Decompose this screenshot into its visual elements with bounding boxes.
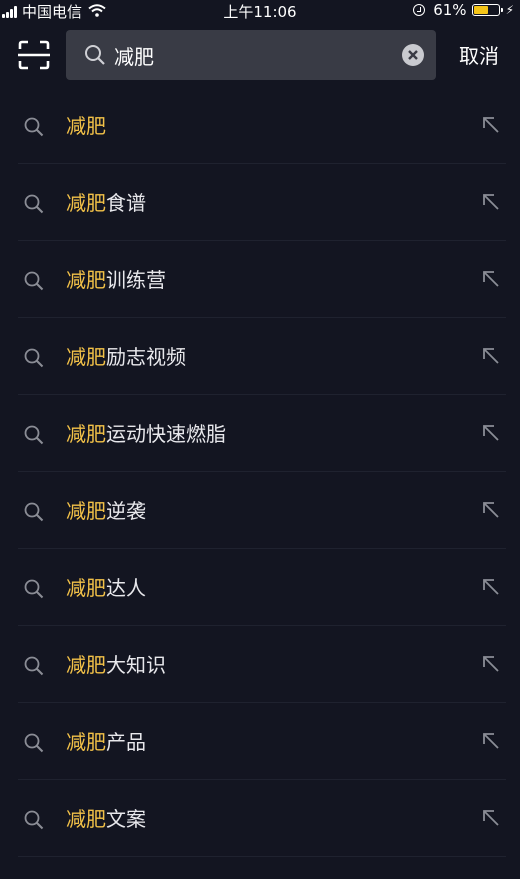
suggestion-highlight: 减肥	[66, 345, 106, 369]
fill-query-arrow-icon[interactable]	[481, 654, 501, 674]
fill-query-arrow-icon[interactable]	[481, 115, 501, 135]
suggestion-text: 减肥运动快速燃脂	[66, 422, 226, 446]
search-icon	[24, 656, 44, 676]
battery-percent: 61%	[433, 1, 467, 19]
suggestion-highlight: 减肥	[66, 422, 106, 446]
cancel-button[interactable]: 取消	[459, 40, 499, 69]
suggestion-item[interactable]: 减肥文案	[0, 780, 520, 857]
suggestion-rest: 大知识	[106, 653, 166, 677]
suggestion-item[interactable]: 减肥运动快速燃脂	[0, 395, 520, 472]
scan-button[interactable]	[17, 40, 51, 70]
fill-query-arrow-icon[interactable]	[481, 269, 501, 289]
suggestion-highlight: 减肥	[66, 653, 106, 677]
search-icon	[24, 425, 44, 445]
suggestion-rest: 食谱	[106, 191, 146, 215]
search-icon	[85, 45, 105, 65]
suggestion-rest: 文案	[106, 807, 146, 831]
status-bar: 中国电信 上午11:06 61% ⚡	[0, 0, 520, 22]
suggestion-item[interactable]: 减肥产品	[0, 703, 520, 780]
suggestion-item[interactable]: 减肥大知识	[0, 626, 520, 703]
suggestion-highlight: 减肥	[66, 191, 106, 215]
suggestion-text: 减肥大知识	[66, 653, 166, 677]
suggestion-text: 减肥达人	[66, 576, 146, 600]
suggestion-item[interactable]: 减肥食谱	[0, 164, 520, 241]
search-icon	[24, 194, 44, 214]
suggestion-text: 减肥食谱	[66, 191, 146, 215]
suggestion-text: 减肥励志视频	[66, 345, 186, 369]
fill-query-arrow-icon[interactable]	[481, 577, 501, 597]
fill-query-arrow-icon[interactable]	[481, 500, 501, 520]
scan-icon	[18, 40, 50, 70]
divider	[18, 856, 506, 857]
suggestion-text: 减肥	[66, 114, 106, 138]
suggestion-item[interactable]: 减肥励志视频	[0, 318, 520, 395]
suggestion-item[interactable]: 减肥达人	[0, 549, 520, 626]
suggestion-rest: 达人	[106, 576, 146, 600]
search-header: 取消	[0, 28, 520, 82]
search-box	[66, 30, 436, 80]
suggestion-highlight: 减肥	[66, 730, 106, 754]
search-input[interactable]	[114, 30, 404, 80]
clear-button[interactable]	[402, 44, 424, 66]
search-icon	[24, 502, 44, 522]
fill-query-arrow-icon[interactable]	[481, 346, 501, 366]
search-icon	[24, 579, 44, 599]
fill-query-arrow-icon[interactable]	[481, 808, 501, 828]
fill-query-arrow-icon[interactable]	[481, 423, 501, 443]
charging-icon: ⚡	[505, 3, 514, 17]
suggestion-text: 减肥逆袭	[66, 499, 146, 523]
suggestion-rest: 逆袭	[106, 499, 146, 523]
suggestion-highlight: 减肥	[66, 499, 106, 523]
suggestion-text: 减肥训练营	[66, 268, 166, 292]
search-icon	[24, 733, 44, 753]
suggestion-text: 减肥产品	[66, 730, 146, 754]
search-icon	[24, 271, 44, 291]
fill-query-arrow-icon[interactable]	[481, 192, 501, 212]
suggestion-item[interactable]: 减肥逆袭	[0, 472, 520, 549]
suggestion-highlight: 减肥	[66, 268, 106, 292]
orientation-lock-icon	[413, 4, 426, 16]
search-icon	[24, 117, 44, 137]
battery-icon	[471, 4, 503, 16]
suggestion-rest: 产品	[106, 730, 146, 754]
suggestion-highlight: 减肥	[66, 114, 106, 138]
suggestion-highlight: 减肥	[66, 576, 106, 600]
close-icon	[408, 50, 418, 60]
suggestion-item[interactable]: 减肥训练营	[0, 241, 520, 318]
suggestion-highlight: 减肥	[66, 807, 106, 831]
suggestion-rest: 运动快速燃脂	[106, 422, 226, 446]
suggestion-item[interactable]: 减肥	[0, 87, 520, 164]
suggestion-rest: 励志视频	[106, 345, 186, 369]
fill-query-arrow-icon[interactable]	[481, 731, 501, 751]
search-icon	[24, 810, 44, 830]
suggestion-rest: 训练营	[106, 268, 166, 292]
suggestion-list: 减肥 减肥食谱 减肥训练营 减肥励志视频 减肥运动快速燃脂 减肥逆袭 减肥达人 减肥大知识 减肥…	[0, 87, 520, 857]
suggestion-text: 减肥文案	[66, 807, 146, 831]
search-icon	[24, 348, 44, 368]
